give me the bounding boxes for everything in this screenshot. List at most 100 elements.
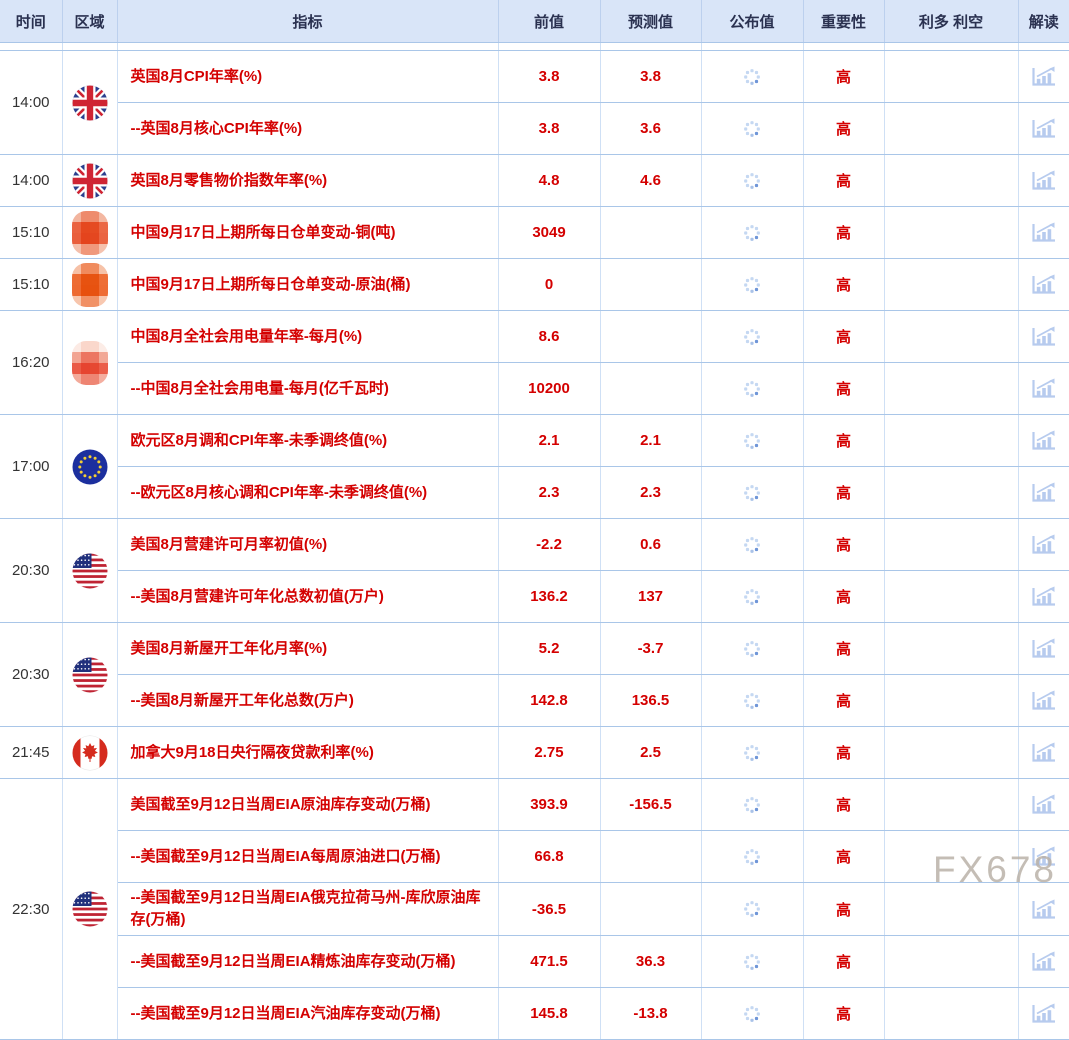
region-cell bbox=[62, 415, 117, 519]
importance-badge: 高 bbox=[803, 103, 884, 155]
interpret-cell bbox=[1018, 363, 1069, 415]
header-row: 时间 区域 指标 前值 预测值 公布值 重要性 利多 利空 解读 bbox=[0, 0, 1069, 43]
loading-spinner-icon bbox=[742, 119, 762, 136]
col-header-indicator: 指标 bbox=[117, 0, 498, 43]
chart-icon[interactable] bbox=[1030, 377, 1057, 400]
chart-icon[interactable] bbox=[1030, 637, 1057, 660]
published-cell bbox=[701, 103, 803, 155]
chart-icon[interactable] bbox=[1030, 65, 1057, 88]
bull-bear-cell bbox=[884, 155, 1018, 207]
published-cell bbox=[701, 51, 803, 103]
calendar-row: 20:30美国8月新屋开工年化月率(%)5.2-3.7高 bbox=[0, 623, 1069, 675]
time-cell: 15:10 bbox=[0, 259, 62, 311]
chart-icon[interactable] bbox=[1030, 793, 1057, 816]
spacer-cell bbox=[0, 43, 62, 51]
prev-value: 471.5 bbox=[498, 936, 600, 988]
interpret-cell bbox=[1018, 51, 1069, 103]
spacer-cell bbox=[803, 43, 884, 51]
col-header-forecast: 预测值 bbox=[600, 0, 701, 43]
chart-icon[interactable] bbox=[1030, 585, 1057, 608]
chart-icon[interactable] bbox=[1030, 429, 1057, 452]
interpret-cell bbox=[1018, 831, 1069, 883]
chart-icon[interactable] bbox=[1030, 898, 1057, 921]
region-cell bbox=[62, 51, 117, 155]
forecast-value bbox=[600, 311, 701, 363]
interpret-cell bbox=[1018, 675, 1069, 727]
published-cell bbox=[701, 571, 803, 623]
chart-icon[interactable] bbox=[1030, 689, 1057, 712]
loading-spinner-icon bbox=[742, 1004, 762, 1021]
published-cell bbox=[701, 988, 803, 1040]
bull-bear-cell bbox=[884, 103, 1018, 155]
col-header-published: 公布值 bbox=[701, 0, 803, 43]
importance-badge: 高 bbox=[803, 988, 884, 1040]
bull-bear-cell bbox=[884, 988, 1018, 1040]
chart-icon[interactable] bbox=[1030, 325, 1057, 348]
chart-icon[interactable] bbox=[1030, 845, 1057, 868]
prev-value: 2.3 bbox=[498, 467, 600, 519]
chart-icon[interactable] bbox=[1030, 169, 1057, 192]
bull-bear-cell bbox=[884, 363, 1018, 415]
forecast-value: 3.8 bbox=[600, 51, 701, 103]
prev-value: 136.2 bbox=[498, 571, 600, 623]
published-cell bbox=[701, 467, 803, 519]
forecast-value: -156.5 bbox=[600, 779, 701, 831]
flag-uk-icon bbox=[72, 85, 108, 121]
interpret-cell bbox=[1018, 207, 1069, 259]
loading-spinner-icon bbox=[742, 587, 762, 604]
chart-icon[interactable] bbox=[1030, 273, 1057, 296]
prev-value: 0 bbox=[498, 259, 600, 311]
interpret-cell bbox=[1018, 571, 1069, 623]
chart-icon[interactable] bbox=[1030, 1002, 1057, 1025]
flag-cn-blurred-icon bbox=[72, 341, 108, 385]
loading-spinner-icon bbox=[742, 223, 762, 240]
indicator-label: 美国截至9月12日当周EIA原油库存变动(万桶) bbox=[117, 779, 498, 831]
forecast-value: 0.6 bbox=[600, 519, 701, 571]
loading-spinner-icon bbox=[742, 795, 762, 812]
chart-icon[interactable] bbox=[1030, 741, 1057, 764]
published-cell bbox=[701, 415, 803, 467]
spacer-cell bbox=[600, 43, 701, 51]
published-cell bbox=[701, 675, 803, 727]
interpret-cell bbox=[1018, 103, 1069, 155]
time-cell: 21:45 bbox=[0, 727, 62, 779]
interpret-cell bbox=[1018, 519, 1069, 571]
spacer-cell bbox=[117, 43, 498, 51]
calendar-row: --中国8月全社会用电量-每月(亿千瓦时)10200高 bbox=[0, 363, 1069, 415]
loading-spinner-icon bbox=[742, 379, 762, 396]
chart-icon[interactable] bbox=[1030, 481, 1057, 504]
chart-icon[interactable] bbox=[1030, 533, 1057, 556]
bull-bear-cell bbox=[884, 675, 1018, 727]
published-cell bbox=[701, 831, 803, 883]
indicator-label: 中国8月全社会用电量年率-每月(%) bbox=[117, 311, 498, 363]
flag-uk-icon bbox=[72, 163, 108, 199]
forecast-value: 136.5 bbox=[600, 675, 701, 727]
forecast-value bbox=[600, 831, 701, 883]
loading-spinner-icon bbox=[742, 691, 762, 708]
indicator-label: --美国截至9月12日当周EIA精炼油库存变动(万桶) bbox=[117, 936, 498, 988]
prev-value: 3049 bbox=[498, 207, 600, 259]
chart-icon[interactable] bbox=[1030, 117, 1057, 140]
bull-bear-cell bbox=[884, 571, 1018, 623]
importance-badge: 高 bbox=[803, 936, 884, 988]
col-header-prev: 前值 bbox=[498, 0, 600, 43]
prev-value: 3.8 bbox=[498, 51, 600, 103]
calendar-row: --英国8月核心CPI年率(%)3.83.6高 bbox=[0, 103, 1069, 155]
chart-icon[interactable] bbox=[1030, 950, 1057, 973]
indicator-label: --美国截至9月12日当周EIA每周原油进口(万桶) bbox=[117, 831, 498, 883]
calendar-row: --美国截至9月12日当周EIA汽油库存变动(万桶)145.8-13.8高 bbox=[0, 988, 1069, 1040]
importance-badge: 高 bbox=[803, 155, 884, 207]
published-cell bbox=[701, 155, 803, 207]
calendar-row: --美国8月新屋开工年化总数(万户)142.8136.5高 bbox=[0, 675, 1069, 727]
prev-value: 142.8 bbox=[498, 675, 600, 727]
forecast-value bbox=[600, 259, 701, 311]
forecast-value bbox=[600, 207, 701, 259]
flag-cn-blurred-icon bbox=[72, 263, 108, 307]
importance-badge: 高 bbox=[803, 675, 884, 727]
bull-bear-cell bbox=[884, 519, 1018, 571]
chart-icon[interactable] bbox=[1030, 221, 1057, 244]
calendar-row: 14:00 英国8月CPI年率(%)3.83.8高 bbox=[0, 51, 1069, 103]
published-cell bbox=[701, 883, 803, 936]
prev-value: 66.8 bbox=[498, 831, 600, 883]
bull-bear-cell bbox=[884, 207, 1018, 259]
